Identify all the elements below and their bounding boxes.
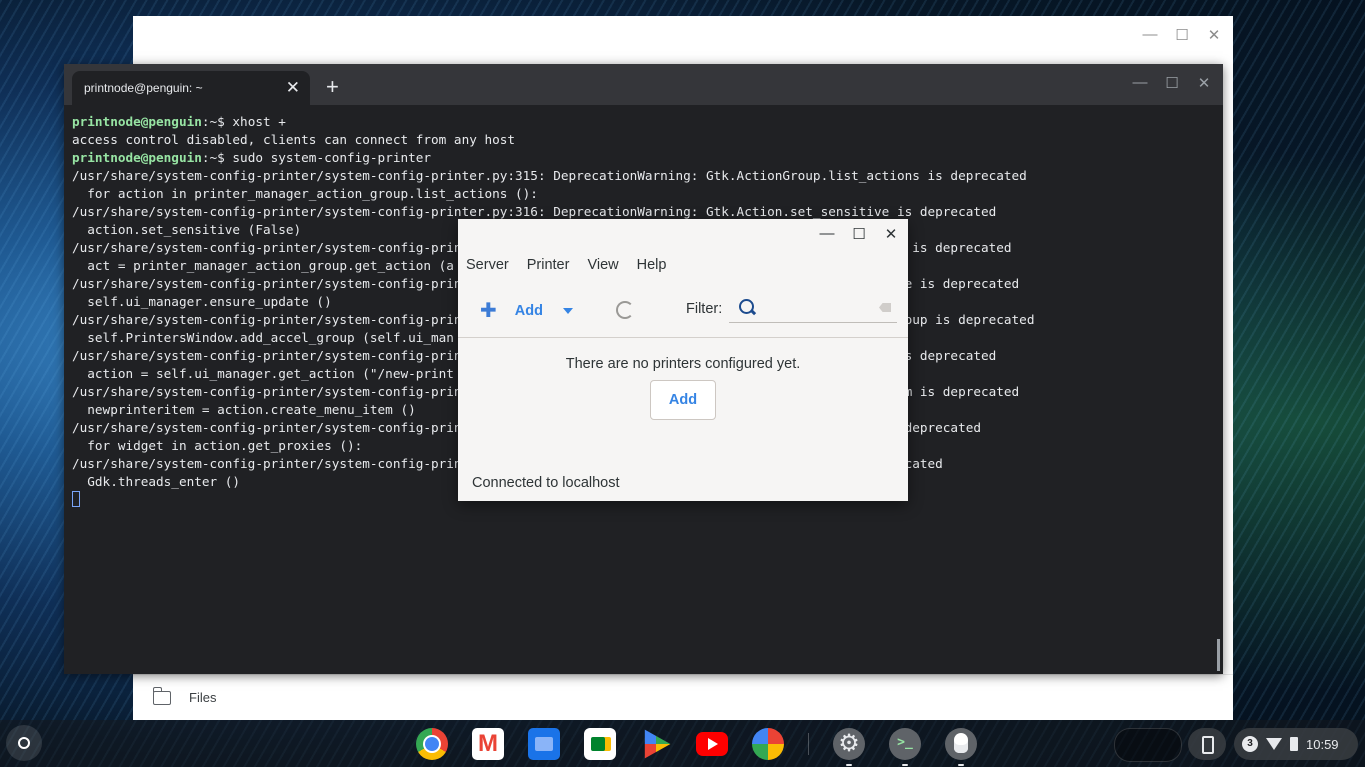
menu-view[interactable]: View bbox=[587, 257, 618, 273]
terminal-line: access control disabled, clients can con… bbox=[72, 132, 516, 147]
notification-count-badge: 3 bbox=[1242, 736, 1258, 752]
meet-icon[interactable] bbox=[584, 728, 616, 760]
maximize-icon[interactable]: ☐ bbox=[850, 225, 868, 243]
filter-field[interactable] bbox=[729, 294, 897, 323]
menu-help[interactable]: Help bbox=[637, 257, 667, 273]
holding-space-tray[interactable] bbox=[1114, 728, 1182, 762]
terminal-tab[interactable]: printnode@penguin: ~ ✕ bbox=[72, 71, 310, 105]
clear-icon[interactable] bbox=[879, 303, 891, 312]
shelf-separator bbox=[808, 733, 809, 755]
prompt-user: printnode@penguin bbox=[72, 114, 202, 129]
toolbar-add-label: Add bbox=[514, 303, 543, 319]
running-indicator bbox=[846, 764, 852, 766]
printer-settings-window[interactable]: — ☐ ✕ Server Printer View Help ✚ Add Fil… bbox=[458, 219, 908, 501]
empty-message: There are no printers configured yet. bbox=[565, 356, 801, 372]
close-icon[interactable]: ✕ bbox=[1205, 26, 1223, 44]
terminal-line: printnode@penguin:~$ xhost + bbox=[72, 113, 1223, 131]
minimize-icon[interactable]: — bbox=[1141, 26, 1159, 44]
shelf: 3 10:59 bbox=[0, 720, 1365, 767]
dialog-toolbar: ✚ Add Filter: bbox=[458, 285, 908, 338]
add-printer-button[interactable]: Add bbox=[650, 380, 716, 420]
status-text: Connected to localhost bbox=[472, 475, 620, 491]
files-bar[interactable]: Files bbox=[133, 674, 1233, 720]
close-icon[interactable]: ✕ bbox=[1195, 74, 1213, 92]
battery-icon bbox=[1290, 737, 1298, 751]
launcher-icon bbox=[18, 737, 30, 749]
menu-server[interactable]: Server bbox=[466, 257, 509, 273]
toolbar-add-button[interactable]: ✚ Add bbox=[480, 301, 543, 321]
dialog-menubar: Server Printer View Help bbox=[458, 253, 908, 277]
chevron-down-icon[interactable] bbox=[563, 308, 573, 314]
terminal-line: for action in printer_manager_action_gro… bbox=[72, 186, 538, 201]
photos-icon[interactable] bbox=[752, 728, 784, 760]
phone-hub-icon[interactable] bbox=[1188, 728, 1226, 760]
minimize-icon[interactable]: — bbox=[818, 225, 836, 243]
dialog-window-controls: — ☐ ✕ bbox=[818, 225, 900, 243]
search-icon bbox=[739, 299, 754, 314]
prompt-user: printnode@penguin bbox=[72, 150, 202, 165]
terminal-scrollbar[interactable] bbox=[1217, 639, 1220, 671]
filter-label: Filter: bbox=[686, 301, 723, 317]
tab-close-icon[interactable]: ✕ bbox=[286, 78, 300, 98]
gmail-icon[interactable] bbox=[472, 728, 504, 760]
terminal-window-controls: — ☐ ✕ bbox=[1131, 74, 1213, 92]
running-indicator bbox=[958, 764, 964, 766]
settings-icon[interactable] bbox=[833, 728, 865, 766]
background-window-controls: — ☐ ✕ bbox=[1141, 26, 1223, 44]
command-text: xhost + bbox=[232, 114, 286, 129]
minimize-icon[interactable]: — bbox=[1131, 74, 1149, 92]
refresh-icon[interactable] bbox=[616, 301, 634, 319]
files-label[interactable]: Files bbox=[189, 690, 216, 705]
terminal-tab-title: printnode@penguin: ~ bbox=[84, 81, 203, 95]
prompt-path: :~$ bbox=[201, 150, 233, 165]
clock-time: 10:59 bbox=[1306, 736, 1339, 752]
filter-input[interactable] bbox=[759, 296, 873, 320]
command-text: sudo system-config-printer bbox=[232, 150, 432, 165]
menu-printer[interactable]: Printer bbox=[527, 257, 570, 273]
terminal-icon[interactable] bbox=[889, 728, 921, 766]
chrome-icon[interactable] bbox=[416, 728, 448, 760]
new-tab-button[interactable]: + bbox=[326, 74, 339, 100]
status-tray[interactable]: 3 10:59 bbox=[1234, 728, 1358, 760]
maximize-icon[interactable]: ☐ bbox=[1163, 74, 1181, 92]
prompt-path: :~$ bbox=[201, 114, 233, 129]
youtube-icon[interactable] bbox=[696, 732, 728, 756]
running-indicator bbox=[902, 764, 908, 766]
plus-icon: ✚ bbox=[480, 300, 497, 322]
terminal-line: /usr/share/system-config-printer/system-… bbox=[72, 168, 1027, 183]
terminal-cursor bbox=[72, 491, 80, 507]
play-store-icon[interactable] bbox=[644, 729, 671, 759]
launcher-button[interactable] bbox=[6, 725, 42, 761]
maximize-icon[interactable]: ☐ bbox=[1173, 26, 1191, 44]
dialog-titlebar[interactable]: — ☐ ✕ bbox=[458, 219, 908, 253]
terminal-tabbar: printnode@penguin: ~ ✕ + — ☐ ✕ bbox=[64, 64, 1223, 105]
linux-penguin-icon[interactable] bbox=[945, 728, 977, 766]
folder-icon bbox=[152, 686, 171, 705]
close-icon[interactable]: ✕ bbox=[882, 225, 900, 243]
terminal-line: printnode@penguin:~$ sudo system-config-… bbox=[72, 149, 1223, 167]
shelf-apps bbox=[416, 728, 977, 766]
files-icon[interactable] bbox=[528, 728, 560, 760]
wifi-icon bbox=[1266, 738, 1282, 750]
